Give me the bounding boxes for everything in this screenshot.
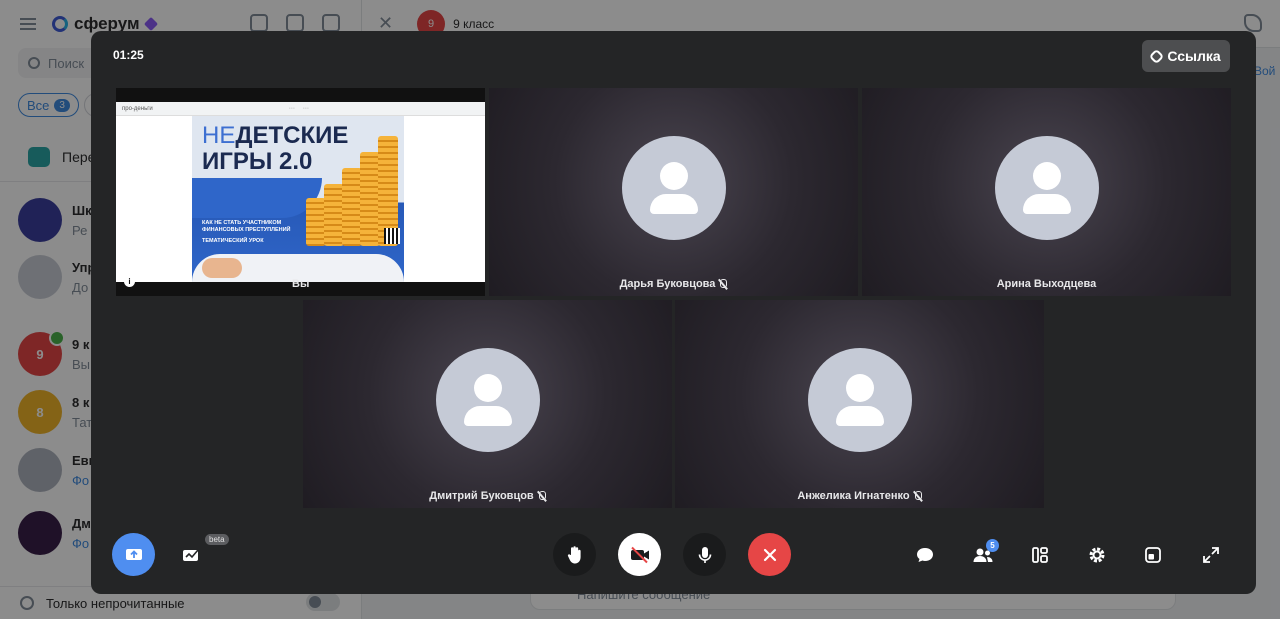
poster-tag: ТЕМАТИЧЕСКИЙ УРОК: [202, 238, 264, 244]
user-avatar-icon: [994, 136, 1099, 240]
participant-tile[interactable]: Дмитрий Буковцов: [303, 300, 672, 508]
mic-muted-icon: [913, 490, 922, 502]
participant-tile[interactable]: Арина Выходцева: [862, 88, 1231, 296]
whiteboard-icon: [183, 549, 199, 561]
participant-name: Арина Выходцева: [996, 278, 1097, 290]
poster-subtitle: КАК НЕ СТАТЬ УЧАСТНИКОМ ФИНАНСОВЫХ ПРЕСТ…: [202, 220, 291, 233]
presenter-name: Вы: [292, 278, 310, 290]
chat-bubble-icon: [917, 548, 933, 562]
poster-title-line2: ИГРЫ 2.0: [202, 148, 313, 175]
screen-share-icon: [125, 548, 142, 560]
layout-grid-icon: [1032, 547, 1048, 563]
participant-name-row: Дмитрий Буковцов: [303, 490, 672, 502]
participants-count-badge: 5: [986, 539, 999, 552]
call-timer: 01:25: [113, 48, 144, 62]
gear-icon: [1089, 547, 1105, 563]
shared-browser-bar: про-деньги ⋯⋯: [116, 102, 485, 116]
participant-name-row: Арина Выходцева: [862, 278, 1231, 290]
user-avatar-icon: [435, 348, 540, 452]
copy-link-label: Ссылка: [1167, 48, 1221, 64]
microphone-icon: [698, 546, 711, 563]
fullscreen-button[interactable]: [1200, 544, 1222, 566]
microphone-button[interactable]: [683, 533, 726, 576]
copy-link-button[interactable]: Ссылка: [1142, 40, 1230, 72]
qr-code-image: [384, 228, 400, 244]
participant-tile[interactable]: Анжелика Игнатенко: [675, 300, 1044, 508]
raise-hand-button[interactable]: [553, 533, 596, 576]
participant-name: Дарья Буковцова: [619, 278, 716, 290]
end-call-icon: [763, 548, 776, 561]
chat-button[interactable]: [914, 544, 936, 566]
end-call-button[interactable]: [748, 533, 791, 576]
camera-off-icon: [630, 546, 649, 563]
beta-badge: beta: [205, 534, 229, 545]
participant-name: Дмитрий Буковцов: [429, 490, 534, 502]
lesson-poster: НЕДЕТСКИЕ ИГРЫ 2.0 КАК НЕ СТАТЬ УЧАСТНИК…: [192, 116, 404, 282]
user-avatar-icon: [621, 136, 726, 240]
picture-in-picture-icon: [1145, 547, 1161, 563]
whiteboard-button[interactable]: [181, 544, 203, 566]
expand-icon: [1203, 547, 1219, 563]
shared-toolbar-icons: ⋯⋯: [288, 106, 317, 112]
participant-tile[interactable]: Дарья Буковцова: [489, 88, 858, 296]
screen-share-button[interactable]: [112, 533, 155, 576]
link-icon: [1149, 48, 1165, 64]
screen-share-tile[interactable]: про-деньги ⋯⋯ НЕДЕТСКИЕ ИГРЫ 2.0 КАК НЕ …: [116, 88, 485, 296]
user-avatar-icon: [807, 348, 912, 452]
layout-button[interactable]: [1029, 544, 1051, 566]
call-window: 01:25 Ссылка про-деньги ⋯⋯ НЕДЕТСКИЕ ИГР…: [91, 31, 1256, 594]
settings-button[interactable]: [1086, 544, 1108, 566]
minimize-button[interactable]: [1142, 544, 1164, 566]
shared-url: про-деньги: [122, 105, 153, 112]
poster-hand-image: [202, 258, 242, 278]
mic-muted-icon: [718, 278, 728, 290]
mic-muted-icon: [537, 490, 546, 502]
participant-name-row: Дарья Буковцова: [489, 278, 858, 290]
participant-name-row: Анжелика Игнатенко: [675, 490, 1044, 502]
camera-toggle-button[interactable]: [618, 533, 661, 576]
info-icon[interactable]: i: [124, 276, 135, 287]
participant-name: Анжелика Игнатенко: [797, 490, 910, 502]
raise-hand-icon: [567, 545, 581, 563]
